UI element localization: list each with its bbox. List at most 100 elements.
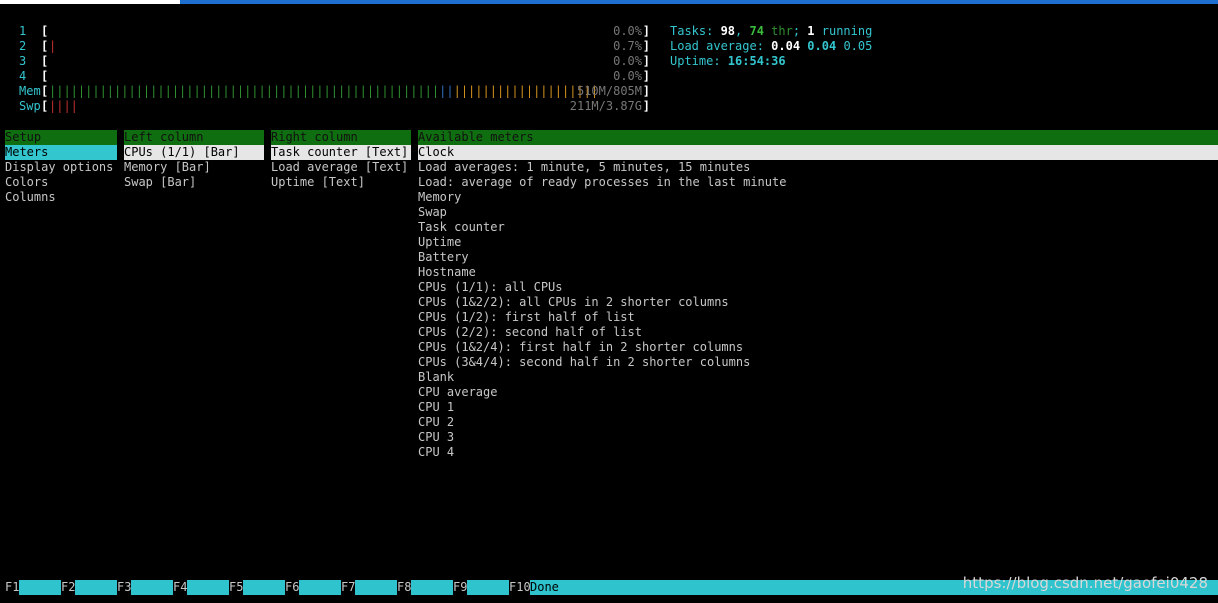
cpu-percent: 0.0% [613,24,642,38]
cpu-meter-row: 4 [0.0%] [0,69,650,84]
function-key-f2[interactable]: F2 [61,580,75,595]
setup-item-display-options[interactable]: Display options [5,160,117,175]
available-meter-item[interactable]: Load: average of ready processes in the … [418,175,1218,190]
cpu-number: 2 [19,39,27,53]
tasks-count: 98 [720,24,736,38]
cpu-percent: 0.0% [613,54,642,68]
memory-meter: Mem [ ||||||||||||||||||||||||||||||||||… [0,84,650,99]
terminal-active-tab[interactable] [0,0,180,4]
available-meter-item[interactable]: CPUs (1&2/2): all CPUs in 2 shorter colu… [418,295,1218,310]
swap-right-bracket: ] [642,99,650,113]
function-key-label[interactable] [299,580,341,595]
function-key-label[interactable] [187,580,229,595]
cpu-number: 1 [19,24,27,38]
available-meter-item[interactable]: CPU 2 [418,415,1218,430]
swap-meter: Swp [ |||| 211M/3.87G ] [0,99,650,114]
setup-item-meters[interactable]: Meters [5,145,117,160]
cpu-left-bracket: [ [41,54,49,68]
right-column-item[interactable]: Task counter [Text] [271,145,411,160]
cpu-right-bracket: ] [642,54,650,68]
cpu-right-bracket: ] [642,69,650,83]
right-column-header: Right column [271,130,411,145]
function-key-f5[interactable]: F5 [229,580,243,595]
available-meter-item[interactable]: CPU 3 [418,430,1218,445]
function-key-label[interactable] [411,580,453,595]
function-key-label[interactable] [75,580,117,595]
cpu-left-bracket: [ [41,39,49,53]
available-meter-item[interactable]: Uptime [418,235,1218,250]
function-key-label[interactable] [355,580,397,595]
swap-bar: |||| [49,99,78,113]
available-meters-list: Clock Load averages: 1 minute, 5 minutes,… [418,145,1218,460]
available-meter-item[interactable]: Battery [418,250,1218,265]
cpu-number: 3 [19,54,27,68]
uptime-value: 16:54:36 [727,54,786,68]
available-meter-item[interactable]: Hostname [418,265,1218,280]
load-1min: 0.04 [771,39,801,53]
available-meter-item[interactable]: CPUs (3&4/4): second half in 2 shorter c… [418,355,1218,370]
available-meter-item[interactable]: CPUs (1&2/4): first half in 2 shorter co… [418,340,1218,355]
available-meter-item[interactable]: CPUs (1/2): first half of list [418,310,1218,325]
cpu-meter-row: 1 [0.0%] [0,24,650,39]
setup-panel: Setup Meters Display options Colors Colu… [5,130,117,205]
running-label: running [814,24,873,38]
available-meter-item[interactable]: CPUs (2/2): second half of list [418,325,1218,340]
setup-item-columns[interactable]: Columns [5,190,117,205]
cpu-left-bracket: [ [41,24,49,38]
watermark: https://blog.csdn.net/gaofei0428 [962,574,1208,592]
left-column-item[interactable]: Memory [Bar] [124,160,264,175]
threads-label: thr [763,24,793,38]
available-meter-item[interactable]: Load averages: 1 minute, 5 minutes, 15 m… [418,160,1218,175]
function-key-f6[interactable]: F6 [285,580,299,595]
available-meter-item[interactable]: CPU 4 [418,445,1218,460]
function-key-f8[interactable]: F8 [397,580,411,595]
running-count: 1 [807,24,815,38]
setup-item-colors[interactable]: Colors [5,175,117,190]
available-meter-item[interactable]: CPU average [418,385,1218,400]
available-meter-item[interactable]: CPU 1 [418,400,1218,415]
available-meter-item[interactable]: CPUs (1/1): all CPUs [418,280,1218,295]
load-5min: 0.04 [807,39,837,53]
right-column-item[interactable]: Load average [Text] [271,160,411,175]
available-meters-panel: Available meters Clock Load averages: 1 m… [418,130,1218,460]
function-key-label[interactable] [467,580,509,595]
left-column-item[interactable]: CPUs (1/1) [Bar] [124,145,264,160]
right-column-panel: Right column Task counter [Text] Load av… [271,130,411,190]
cpu-left-bracket: [ [41,69,49,83]
function-key-f7[interactable]: F7 [341,580,355,595]
memory-left-bracket: [ [41,84,49,98]
left-column-header: Left column [124,130,264,145]
swap-left-bracket: [ [41,99,49,113]
cpu-number: 4 [19,69,27,83]
tasks-label: Tasks: [670,24,721,38]
available-meter-item[interactable]: Task counter [418,220,1218,235]
available-meter-item[interactable]: Memory [418,190,1218,205]
function-key-label[interactable] [131,580,173,595]
function-key-f1[interactable]: F1 [5,580,19,595]
cpu-percent: 0.7% [613,39,642,53]
available-meter-item[interactable]: Clock [418,145,1218,160]
function-key-f10[interactable]: F10 [509,580,531,595]
tasks-sep: , [735,24,750,38]
tasks-sep2: ; [792,24,808,38]
task-counter: Tasks: 98, 74 thr; 1 running [670,24,872,39]
available-meter-item[interactable]: Swap [418,205,1218,220]
uptime-label: Uptime: [670,54,728,68]
swap-label: Swp [19,99,41,113]
uptime: Uptime: 16:54:36 [670,54,786,69]
right-column-item[interactable]: Uptime [Text] [271,175,411,190]
function-key-f4[interactable]: F4 [173,580,187,595]
function-key-label[interactable] [243,580,285,595]
memory-value: 510M/805M [576,84,642,98]
function-key-label[interactable] [19,580,61,595]
available-meter-item[interactable]: Blank [418,370,1218,385]
load-15min: 0.05 [843,39,873,53]
swap-value: 211M/3.87G [569,99,642,113]
memory-label: Mem [19,84,41,98]
threads-count: 74 [749,24,764,38]
left-column-item[interactable]: Swap [Bar] [124,175,264,190]
function-key-f3[interactable]: F3 [117,580,131,595]
function-key-f9[interactable]: F9 [453,580,467,595]
load-label: Load average: [670,39,772,53]
cpu-right-bracket: ] [642,24,650,38]
